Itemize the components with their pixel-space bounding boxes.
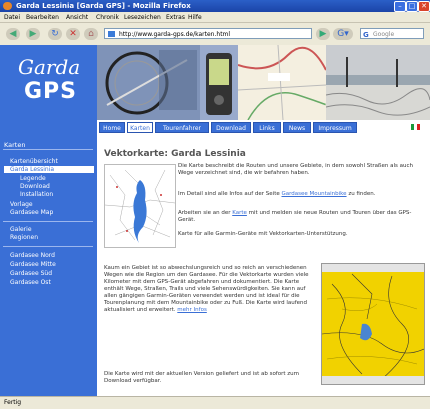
detail-text-prefix: Im Detail sind alle Infos auf der Seite xyxy=(178,191,280,197)
stop-button[interactable]: ✕ xyxy=(66,28,80,40)
detail-text-suffix: zu finden. xyxy=(348,191,376,197)
sidebar-item-east[interactable]: Gardasee Ost xyxy=(10,279,51,286)
firefox-icon xyxy=(3,2,12,10)
contribute-text-prefix: Arbeiten sie an der xyxy=(178,210,231,216)
sidebar-item-north[interactable]: Gardasee Nord xyxy=(10,252,55,259)
window-title: Garda Lessinia [Garda GPS] - Mozilla Fir… xyxy=(16,2,191,10)
logo-line1: Garda xyxy=(18,55,81,79)
device-note: Karte für alle Garmin-Geräte mit Vektork… xyxy=(178,231,348,237)
tab-news[interactable]: News xyxy=(283,122,311,133)
go-button[interactable]: ▶ xyxy=(316,28,330,40)
menu-bar: Datei Bearbeiten Ansicht Chronik Lesezei… xyxy=(0,12,430,23)
sidebar-item-legend[interactable]: Legende xyxy=(20,175,46,182)
sidebar-item-gardasee-map[interactable]: Gardasee Map xyxy=(10,209,53,216)
sidebar-item-gallery[interactable]: Galerie xyxy=(10,226,32,233)
menu-history[interactable]: Chronik xyxy=(96,14,119,21)
sidebar-divider xyxy=(3,149,93,150)
gps-screenshot-thumbnail[interactable] xyxy=(321,263,425,385)
nav-toolbar: ◀ ▶ ↻ ✕ ⌂ http://www.garda-gps.de/karten… xyxy=(0,23,430,46)
tab-karten[interactable]: Karten xyxy=(127,122,153,133)
sidebar-item-template[interactable]: Vorlage xyxy=(10,201,33,208)
body-paragraph: Kaum ein Gebiet ist so abwechslungsreich… xyxy=(104,265,316,370)
status-text: Fertig xyxy=(4,399,22,406)
tab-impressum[interactable]: Impressum xyxy=(313,122,357,133)
search-input[interactable]: G Google xyxy=(360,28,424,39)
map-photo xyxy=(238,45,326,120)
close-button[interactable]: ✕ xyxy=(418,1,430,12)
tab-download[interactable]: Download xyxy=(211,122,251,133)
sidebar-divider xyxy=(3,246,93,247)
map-link[interactable]: Karte xyxy=(232,210,247,216)
more-info-link[interactable]: mehr Infos xyxy=(177,307,207,313)
web-page: Garda GPS Karten Kartenübersicht Garda L… xyxy=(0,45,430,396)
url-bar[interactable]: http://www.garda-gps.de/karten.html xyxy=(104,28,312,39)
maximize-button[interactable]: □ xyxy=(406,1,418,12)
body-text: Kaum ein Gebiet ist so abwechslungsreich… xyxy=(104,265,309,313)
sidebar-item-garda-lessinia[interactable]: Garda Lessinia xyxy=(4,166,94,173)
sidebar-item-south[interactable]: Gardasee Süd xyxy=(10,270,52,277)
reload-button[interactable]: ↻ xyxy=(48,28,62,40)
site-favicon xyxy=(108,31,115,37)
home-button[interactable]: ⌂ xyxy=(84,28,98,40)
tab-bar: Home Karten Tourenfahrer Download Links … xyxy=(97,122,430,134)
map-thumbnail[interactable] xyxy=(104,164,176,248)
search-placeholder: Google xyxy=(373,31,395,38)
gps-device-photo xyxy=(200,45,238,120)
page-title: Vektorkarte: Garda Lessinia xyxy=(104,149,246,159)
sidebar-item-download[interactable]: Download xyxy=(20,183,50,190)
menu-view[interactable]: Ansicht xyxy=(66,14,88,21)
lakeside-photo xyxy=(326,45,430,120)
url-text: http://www.garda-gps.de/karten.html xyxy=(119,31,231,38)
closing-paragraph: Die Karte wird mit der aktuellen Version… xyxy=(104,371,300,384)
logo-line2: GPS xyxy=(24,79,78,104)
menu-help[interactable]: Hilfe xyxy=(188,14,202,21)
mountainbike-link[interactable]: Gardasee Mountainbike xyxy=(282,191,347,197)
intro-paragraph: Die Karte beschreibt die Routen und unse… xyxy=(178,163,414,176)
menu-edit[interactable]: Bearbeiten xyxy=(26,14,59,21)
menu-file[interactable]: Datei xyxy=(4,14,20,21)
detail-paragraph: Im Detail sind alle Infos auf der Seite … xyxy=(178,191,422,205)
search-icon: G xyxy=(363,31,369,39)
minimize-button[interactable]: – xyxy=(394,1,406,12)
contribute-paragraph: Arbeiten sie an der Karte mit und melden… xyxy=(178,210,422,224)
header-banner xyxy=(97,45,430,120)
menu-bookmarks[interactable]: Lesezeichen xyxy=(124,14,161,21)
forward-button[interactable]: ▶ xyxy=(26,28,40,40)
status-bar: Fertig xyxy=(0,396,430,409)
sidebar-item-overview[interactable]: Kartenübersicht xyxy=(10,158,58,165)
sidebar-item-regions[interactable]: Regionen xyxy=(10,234,38,241)
window-titlebar: Garda Lessinia [Garda GPS] - Mozilla Fir… xyxy=(0,0,430,12)
bike-photo xyxy=(97,45,200,120)
tab-links[interactable]: Links xyxy=(253,122,281,133)
italy-flag-icon[interactable] xyxy=(411,124,420,130)
sidebar-heading: Karten xyxy=(4,141,26,149)
sidebar-divider xyxy=(3,221,93,222)
menu-tools[interactable]: Extras xyxy=(166,14,185,21)
site-logo[interactable]: Garda GPS xyxy=(4,47,96,117)
sidebar-item-installation[interactable]: Installation xyxy=(20,191,53,198)
tab-home[interactable]: Home xyxy=(99,122,125,133)
sidebar-item-middle[interactable]: Gardasee Mitte xyxy=(10,261,56,268)
sidebar: Garda GPS Karten Kartenübersicht Garda L… xyxy=(0,45,97,396)
tab-tourenfahrer[interactable]: Tourenfahrer xyxy=(155,122,209,133)
back-button[interactable]: ◀ xyxy=(6,28,20,40)
search-engine-icon[interactable]: G▾ xyxy=(333,28,353,40)
